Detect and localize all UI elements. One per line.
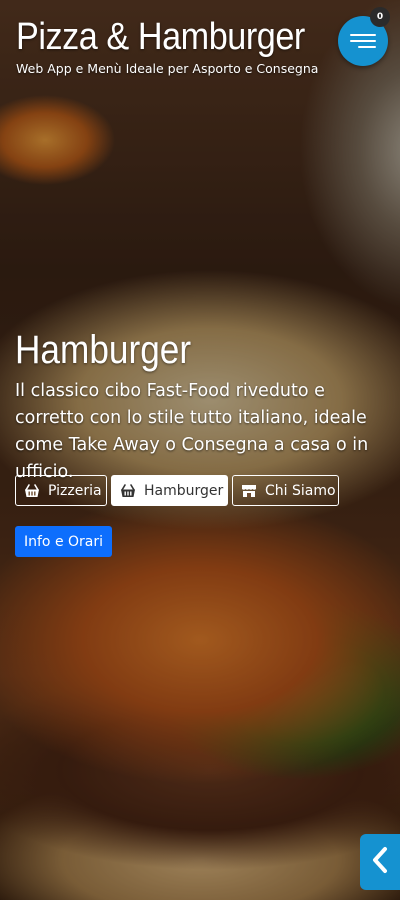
section-title: Hamburger: [15, 328, 192, 372]
app-title: Pizza & Hamburger: [16, 16, 305, 58]
tab-label: Chi Siamo: [265, 482, 336, 499]
cart-count-badge[interactable]: 0: [370, 7, 390, 27]
section-description: Il classico cibo Fast-Food riveduto e co…: [15, 381, 369, 482]
basket-icon: [24, 483, 40, 498]
app-subtitle: Web App e Menù Ideale per Asporto e Cons…: [16, 61, 319, 76]
tab-hamburger[interactable]: Hamburger: [111, 475, 228, 506]
basket-icon: [120, 483, 136, 498]
tab-label: Hamburger: [144, 482, 224, 499]
info-hours-button[interactable]: Info e Orari: [15, 526, 113, 557]
tab-pizzeria[interactable]: Pizzeria: [15, 475, 107, 506]
tab-chi-siamo[interactable]: Chi Siamo: [232, 475, 339, 506]
chevron-left-icon: [371, 846, 389, 878]
side-panel-toggle[interactable]: [360, 834, 400, 890]
store-icon: [241, 484, 257, 498]
tab-label: Pizzeria: [48, 482, 102, 499]
